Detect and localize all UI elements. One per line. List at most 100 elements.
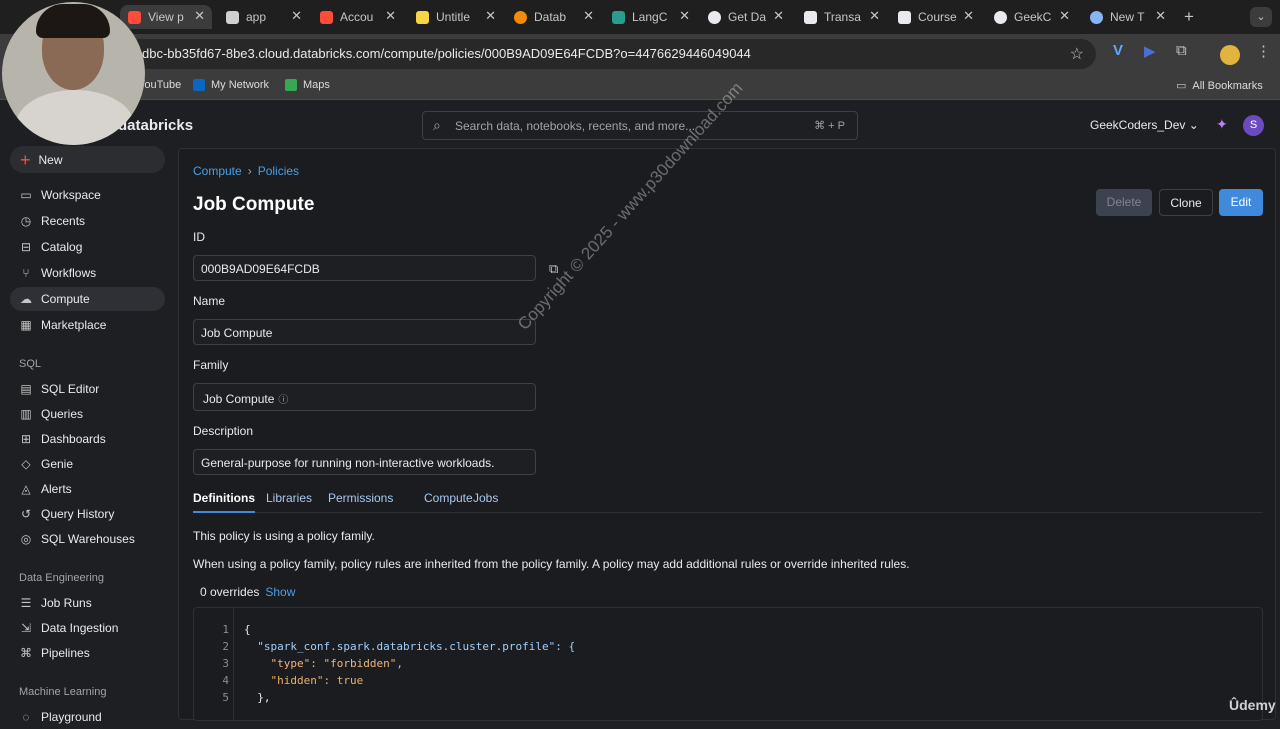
edit-button[interactable]: Edit	[1219, 189, 1263, 216]
sidebar-item-compute[interactable]: ☁ Compute	[10, 287, 165, 311]
miro-favicon-icon	[416, 10, 429, 24]
sidebar-item-label: Dashboards	[41, 432, 106, 446]
tab-permissions[interactable]: Permissions	[328, 491, 393, 505]
tab-label: View p	[148, 10, 184, 24]
bookmark-label: My Network	[211, 79, 270, 91]
browser-tab[interactable]: Get Da ✕	[708, 5, 784, 29]
sidebar-item-workspace[interactable]: ▭ Workspace	[10, 183, 165, 207]
sidebar-item-playground[interactable]: ◌ Playground	[10, 705, 165, 729]
sidebar-item-alerts[interactable]: ◬ Alerts	[10, 477, 165, 501]
sidebar-item-dashboards[interactable]: ⊞ Dashboards	[10, 427, 165, 451]
sidebar-item-pipelines[interactable]: ⌘ Pipelines	[10, 641, 165, 665]
clone-button[interactable]: Clone	[1159, 189, 1213, 216]
chevron-right-icon: ›	[247, 164, 252, 178]
close-icon[interactable]: ✕	[1059, 8, 1070, 24]
all-bookmarks[interactable]: ▭ All Bookmarks	[1176, 79, 1263, 93]
code-line: "spark_conf.spark.databricks.cluster.pro…	[244, 640, 576, 653]
sidebar-item-catalog[interactable]: ⊟ Catalog	[10, 235, 165, 259]
family-select[interactable]: Job Compute ⓘ	[193, 383, 536, 411]
dashboard-icon: ⊞	[20, 432, 32, 446]
sidebar-section-sql: SQL	[19, 358, 42, 370]
breadcrumb-policies[interactable]: Policies	[258, 164, 299, 178]
tab-jobs[interactable]: Jobs	[473, 491, 498, 505]
browser-tab[interactable]: Accou ✕	[320, 5, 396, 29]
description-label: Description	[193, 424, 254, 438]
profile-avatar[interactable]	[1220, 45, 1240, 65]
sidebar-item-queries[interactable]: ▥ Queries	[10, 402, 165, 426]
bell-icon: ◬	[21, 482, 31, 496]
sidebar-item-label: SQL Editor	[41, 382, 100, 396]
browser-tab[interactable]: Transa ✕	[804, 5, 880, 29]
bookmark-star-icon[interactable]: ☆	[1070, 44, 1084, 64]
pipeline-icon: ⌘	[20, 646, 32, 660]
browser-toolbar: dbc-bb35fd67-8be3.cloud.databricks.com/c…	[0, 34, 1280, 74]
catalog-icon: ⊟	[20, 240, 32, 254]
close-icon[interactable]: ✕	[291, 8, 302, 24]
document-favicon-icon	[804, 10, 817, 24]
browser-tab[interactable]: New T ✕	[1090, 5, 1166, 29]
workspace-name: GeekCoders_Dev	[1090, 118, 1186, 132]
sidebar-item-sql-editor[interactable]: ▤ SQL Editor	[10, 377, 165, 401]
sidebar-item-sql-warehouses[interactable]: ◎ SQL Warehouses	[10, 527, 165, 551]
sidebar-item-genie[interactable]: ◇ Genie	[10, 452, 165, 476]
browser-tab[interactable]: Course ✕	[898, 5, 974, 29]
address-bar[interactable]: dbc-bb35fd67-8be3.cloud.databricks.com/c…	[120, 39, 1096, 69]
sidebar-section-machine-learning: Machine Learning	[19, 686, 107, 698]
workspace-switcher[interactable]: GeekCoders_Dev ⌄	[1090, 118, 1199, 132]
tab-definitions[interactable]: Definitions	[193, 491, 255, 513]
breadcrumb-compute[interactable]: Compute	[193, 164, 242, 178]
browser-tab[interactable]: GeekC ✕	[994, 5, 1070, 29]
browser-tab[interactable]: LangC ✕	[612, 5, 690, 29]
sidebar-item-label: Genie	[41, 457, 74, 471]
databricks-favicon-icon	[514, 10, 527, 24]
bookmark-my-network[interactable]: My Network	[193, 79, 269, 91]
global-search[interactable]: ⌕ Search data, notebooks, recents, and m…	[422, 111, 858, 140]
browser-tab[interactable]: Untitle ✕	[416, 5, 496, 29]
vimeo-extension-icon[interactable]: V	[1113, 42, 1123, 59]
policy-json-editor[interactable]: 1 2 3 4 5 { "spark_conf.spark.databricks…	[193, 607, 1263, 721]
close-icon[interactable]: ✕	[385, 8, 396, 24]
new-button[interactable]: + New	[10, 146, 165, 173]
workflows-icon: ⑂	[22, 266, 30, 280]
webcam-overlay	[2, 2, 145, 145]
more-menu-icon[interactable]: ⋮	[1256, 42, 1271, 60]
browser-tab[interactable]: app ✕	[226, 5, 302, 29]
video-extension-icon[interactable]: ▶	[1144, 42, 1156, 60]
sidebar-item-job-runs[interactable]: ☰ Job Runs	[10, 591, 165, 615]
close-icon[interactable]: ✕	[583, 8, 594, 24]
sidebar-item-recents[interactable]: ◷ Recents	[10, 209, 165, 233]
delete-button[interactable]: Delete	[1096, 189, 1152, 216]
browser-tab[interactable]: Datab ✕	[514, 5, 594, 29]
sidebar-item-label: Workflows	[41, 266, 97, 280]
info-icon[interactable]: ⓘ	[278, 395, 288, 406]
close-icon[interactable]: ✕	[679, 8, 690, 24]
sidebar-item-marketplace[interactable]: ▦ Marketplace	[10, 313, 165, 337]
sidebar-item-data-ingestion[interactable]: ⇲ Data Ingestion	[10, 616, 165, 640]
code-line: "hidden": true	[244, 674, 364, 687]
close-icon[interactable]: ✕	[963, 8, 974, 24]
overrides-count: 0 overrides	[200, 585, 260, 599]
cloud-icon: ☁	[20, 292, 32, 306]
sidebar-item-workflows[interactable]: ⑂ Workflows	[10, 261, 165, 285]
close-icon[interactable]: ✕	[869, 8, 880, 24]
sidebar-item-query-history[interactable]: ↺ Query History	[10, 502, 165, 526]
show-overrides-link[interactable]: Show	[265, 585, 295, 599]
tab-search-chevron-icon[interactable]: ⌄	[1250, 7, 1272, 27]
tab-compute[interactable]: Compute	[424, 491, 473, 505]
close-icon[interactable]: ✕	[773, 8, 784, 24]
close-icon[interactable]: ✕	[485, 8, 496, 24]
close-icon[interactable]: ✕	[1155, 8, 1166, 24]
bookmark-maps[interactable]: Maps	[285, 79, 330, 91]
browser-tab[interactable]: View p ✕	[120, 5, 212, 29]
tab-libraries[interactable]: Libraries	[266, 491, 312, 505]
sidebar-item-label: Queries	[41, 407, 84, 421]
id-field[interactable]: 000B9AD09E64FCDB	[193, 255, 536, 281]
user-avatar[interactable]: S	[1243, 115, 1264, 136]
extensions-puzzle-icon[interactable]: ⧉	[1176, 42, 1187, 59]
new-tab-icon[interactable]: +	[1184, 7, 1194, 27]
description-field[interactable]: General-purpose for running non-interact…	[193, 449, 536, 475]
close-icon[interactable]: ✕	[194, 8, 205, 24]
maps-icon	[285, 79, 297, 91]
name-field[interactable]: Job Compute	[193, 319, 536, 345]
assistant-sparkle-icon[interactable]: ✦	[1216, 116, 1228, 133]
